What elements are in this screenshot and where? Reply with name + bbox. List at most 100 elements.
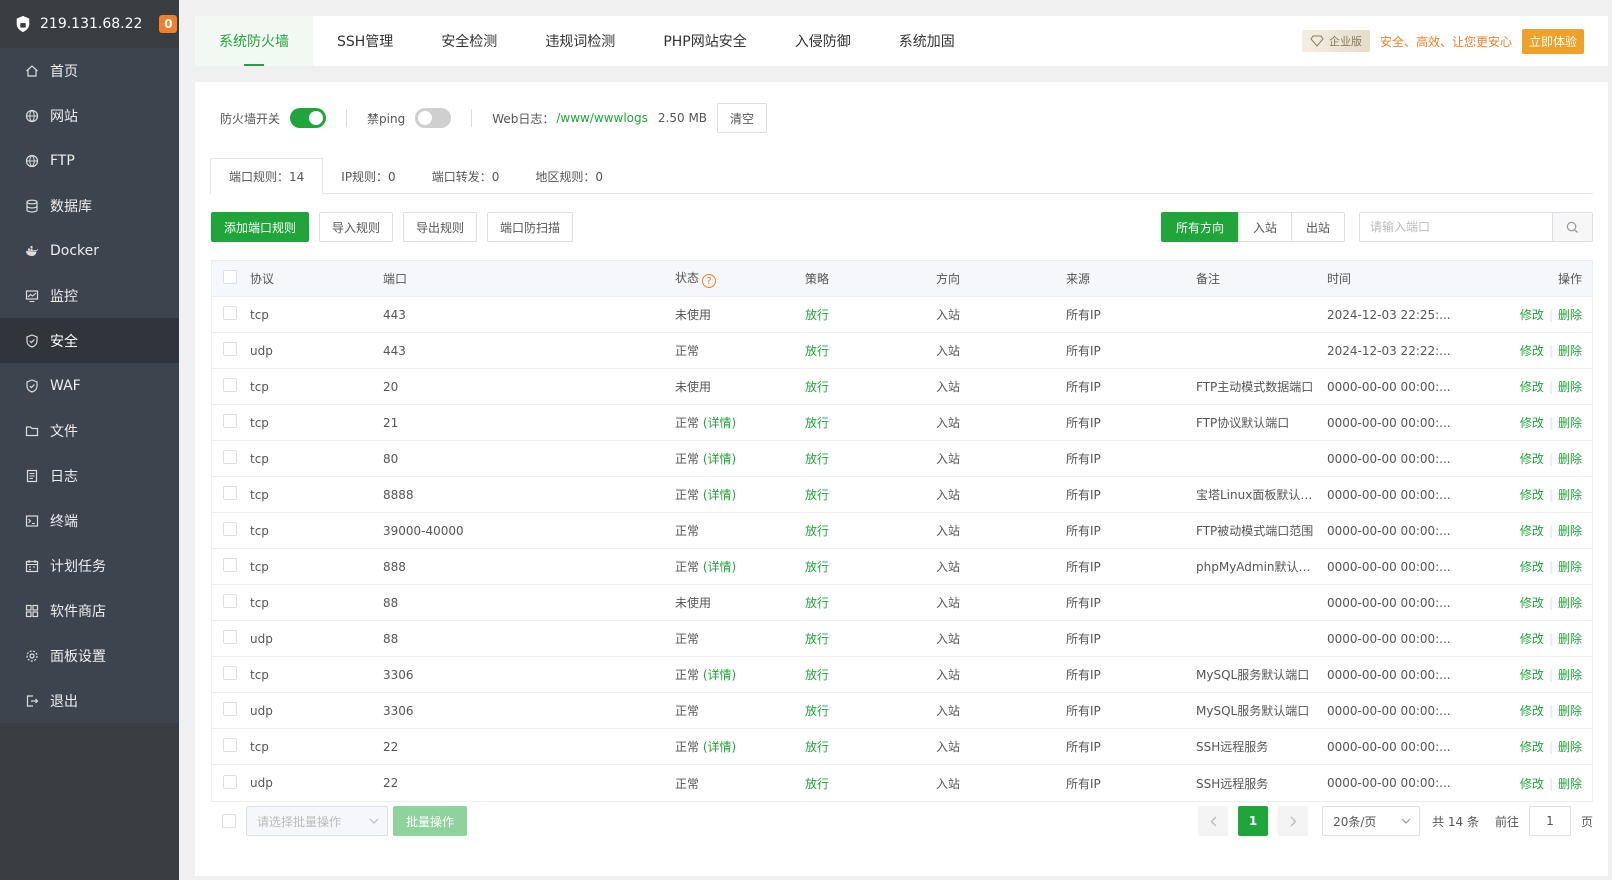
delete-link[interactable]: 删除 <box>1558 380 1582 394</box>
cell-policy[interactable]: 放行 <box>805 522 936 539</box>
top-tab-3[interactable]: 违规词检测 <box>521 16 639 66</box>
edit-link[interactable]: 修改 <box>1520 704 1544 718</box>
rule-tab-2[interactable]: 端口转发：0 <box>414 158 518 194</box>
col-port[interactable]: 端口 <box>383 270 675 287</box>
sidebar-item-11[interactable]: 计划任务 <box>0 543 179 588</box>
edit-link[interactable]: 修改 <box>1520 452 1544 466</box>
delete-link[interactable]: 删除 <box>1558 452 1582 466</box>
sidebar-item-14[interactable]: 退出 <box>0 678 179 723</box>
row-checkbox[interactable] <box>223 342 237 356</box>
col-time[interactable]: 时间 <box>1327 270 1457 287</box>
row-checkbox[interactable] <box>223 522 237 536</box>
cell-note[interactable]: SSH远程服务 <box>1196 738 1327 755</box>
page-number-current[interactable]: 1 <box>1238 806 1269 836</box>
cell-policy[interactable]: 放行 <box>805 630 936 647</box>
try-enterprise-button[interactable]: 立即体验 <box>1521 28 1584 54</box>
notification-badge[interactable]: 0 <box>159 15 178 33</box>
edit-link[interactable]: 修改 <box>1520 344 1544 358</box>
batch-action-button[interactable]: 批量操作 <box>393 806 468 836</box>
cell-note[interactable]: SSH远程服务 <box>1196 775 1327 792</box>
sidebar-item-8[interactable]: 文件 <box>0 408 179 453</box>
delete-link[interactable]: 删除 <box>1558 777 1582 791</box>
goto-page-input[interactable]: 1 <box>1528 806 1571 836</box>
cell-policy[interactable]: 放行 <box>805 558 936 575</box>
cell-note[interactable]: MySQL服务默认端口 <box>1196 702 1327 719</box>
row-checkbox[interactable] <box>223 630 237 644</box>
sidebar-item-2[interactable]: FTP <box>0 138 179 183</box>
detail-link[interactable]: (详情) <box>703 740 736 754</box>
edit-link[interactable]: 修改 <box>1520 416 1544 430</box>
delete-link[interactable]: 删除 <box>1558 740 1582 754</box>
row-checkbox[interactable] <box>223 774 237 789</box>
top-tab-6[interactable]: 系统加固 <box>875 16 979 66</box>
cell-policy[interactable]: 放行 <box>805 306 936 323</box>
detail-link[interactable]: (详情) <box>703 488 736 502</box>
rule-tab-3[interactable]: 地区规则：0 <box>517 158 621 194</box>
cell-policy[interactable]: 放行 <box>805 666 936 683</box>
cell-policy[interactable]: 放行 <box>805 378 936 395</box>
add-port-rule-button[interactable]: 添加端口规则 <box>211 212 310 242</box>
cell-note[interactable]: FTP协议默认端口 <box>1196 414 1327 431</box>
row-checkbox[interactable] <box>223 666 237 680</box>
cell-policy[interactable]: 放行 <box>805 594 936 611</box>
sidebar-item-13[interactable]: 面板设置 <box>0 633 179 678</box>
row-checkbox[interactable] <box>223 306 237 320</box>
direction-option-0[interactable]: 所有方向 <box>1160 212 1239 242</box>
sidebar-item-12[interactable]: 软件商店 <box>0 588 179 633</box>
row-checkbox[interactable] <box>223 414 237 428</box>
cell-note[interactable]: 宝塔Linux面板默认端口 <box>1196 486 1327 503</box>
cell-policy[interactable]: 放行 <box>805 738 936 755</box>
cell-policy[interactable]: 放行 <box>805 414 936 431</box>
rule-tab-1[interactable]: IP规则：0 <box>323 158 413 194</box>
sidebar-item-3[interactable]: 数据库 <box>0 183 179 228</box>
edit-link[interactable]: 修改 <box>1520 380 1544 394</box>
cell-note[interactable]: FTP被动模式端口范围 <box>1196 522 1327 539</box>
edit-link[interactable]: 修改 <box>1520 524 1544 538</box>
edit-link[interactable]: 修改 <box>1520 777 1544 791</box>
top-tab-2[interactable]: 安全检测 <box>417 16 521 66</box>
delete-link[interactable]: 删除 <box>1558 344 1582 358</box>
row-checkbox[interactable] <box>223 558 237 572</box>
delete-link[interactable]: 删除 <box>1558 632 1582 646</box>
direction-option-1[interactable]: 入站 <box>1237 212 1292 242</box>
detail-link[interactable]: (详情) <box>703 668 736 682</box>
delete-link[interactable]: 删除 <box>1558 560 1582 574</box>
edit-link[interactable]: 修改 <box>1520 668 1544 682</box>
cell-policy[interactable]: 放行 <box>805 486 936 503</box>
row-checkbox[interactable] <box>223 738 237 752</box>
cell-policy[interactable]: 放行 <box>805 342 936 359</box>
top-tab-4[interactable]: PHP网站安全 <box>639 16 770 66</box>
sidebar-item-5[interactable]: 监控 <box>0 273 179 318</box>
footer-select-all-checkbox[interactable] <box>222 814 236 828</box>
ping-toggle[interactable] <box>415 108 452 128</box>
export-rules-button[interactable]: 导出规则 <box>403 212 478 242</box>
search-button[interactable] <box>1552 213 1592 241</box>
row-checkbox[interactable] <box>223 378 237 392</box>
delete-link[interactable]: 删除 <box>1558 704 1582 718</box>
weblog-path-link[interactable]: /www/wwwlogs <box>556 111 648 125</box>
delete-link[interactable]: 删除 <box>1558 416 1582 430</box>
sidebar-item-7[interactable]: WAF <box>0 363 179 408</box>
prev-page-button[interactable] <box>1198 806 1229 836</box>
edit-link[interactable]: 修改 <box>1520 488 1544 502</box>
sidebar-item-6[interactable]: 安全 <box>0 318 179 363</box>
rule-tab-0[interactable]: 端口规则：14 <box>210 158 324 195</box>
row-checkbox[interactable] <box>223 486 237 500</box>
delete-link[interactable]: 删除 <box>1558 668 1582 682</box>
edit-link[interactable]: 修改 <box>1520 632 1544 646</box>
sidebar-item-1[interactable]: 网站 <box>0 93 179 138</box>
cell-note[interactable]: phpMyAdmin默认端口 <box>1196 558 1327 575</box>
page-size-select[interactable]: 20条/页 <box>1322 806 1421 836</box>
top-tab-5[interactable]: 入侵防御 <box>771 16 875 66</box>
cell-policy[interactable]: 放行 <box>805 702 936 719</box>
help-icon[interactable]: ? <box>702 274 717 289</box>
sidebar-item-9[interactable]: 日志 <box>0 453 179 498</box>
sidebar-item-0[interactable]: 首页 <box>0 48 179 93</box>
delete-link[interactable]: 删除 <box>1558 308 1582 322</box>
top-tab-0[interactable]: 系统防火墙 <box>195 16 313 66</box>
delete-link[interactable]: 删除 <box>1558 488 1582 502</box>
direction-option-2[interactable]: 出站 <box>1290 212 1345 242</box>
edit-link[interactable]: 修改 <box>1520 740 1544 754</box>
sidebar-item-4[interactable]: Docker <box>0 228 179 273</box>
select-all-checkbox[interactable] <box>223 270 237 284</box>
